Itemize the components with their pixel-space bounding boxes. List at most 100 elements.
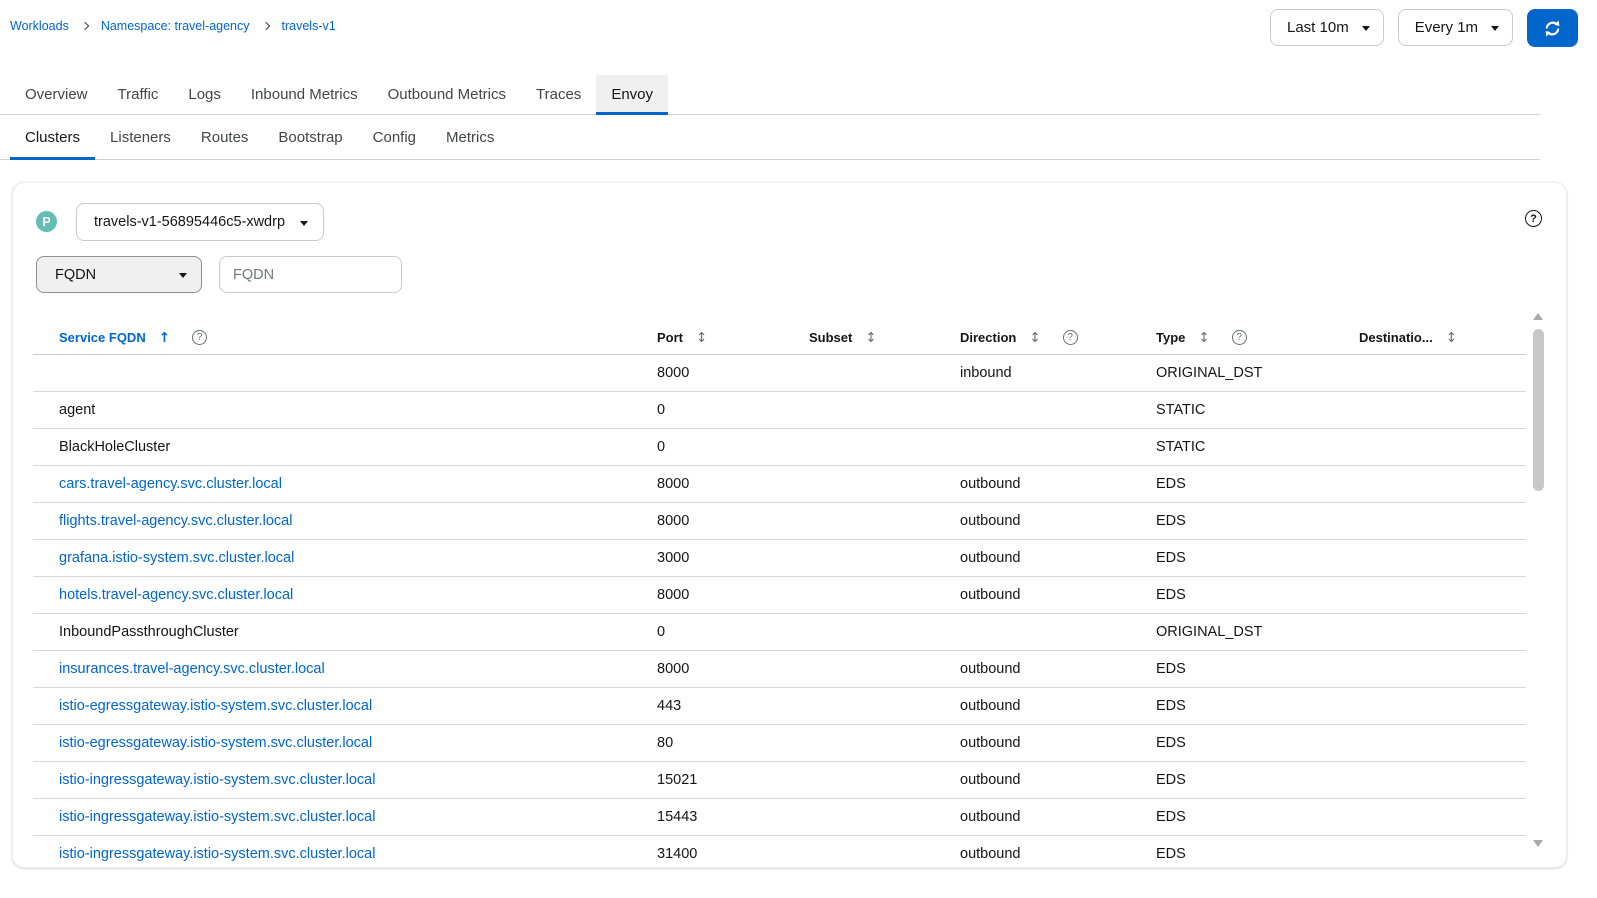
destination-rule-cell	[1351, 502, 1526, 540]
direction-cell: outbound	[952, 576, 1148, 614]
envoy-subtabs: Clusters Listeners Routes Bootstrap Config Me…	[0, 115, 1540, 160]
direction-cell: outbound	[952, 539, 1148, 577]
service-fqdn-cell: istio-egressgateway.istio-system.svc.clu…	[33, 724, 649, 762]
port-cell: 0	[649, 613, 801, 651]
sort-icon: ↕	[1029, 329, 1041, 346]
destination-rule-cell	[1351, 354, 1526, 392]
service-fqdn-link[interactable]: istio-egressgateway.istio-system.svc.clu…	[59, 698, 372, 714]
destination-rule-cell	[1351, 613, 1526, 651]
subset-cell	[801, 428, 952, 466]
filter-type-value: FQDN	[55, 266, 97, 283]
column-help-icon[interactable]: ?	[192, 330, 208, 346]
column-header-port[interactable]: Port ↕	[649, 322, 801, 355]
service-fqdn-link[interactable]: grafana.istio-system.svc.cluster.local	[59, 550, 294, 566]
table-row: insurances.travel-agency.svc.cluster.loc…	[33, 650, 1526, 688]
tab-outbound-metrics[interactable]: Outbound Metrics	[373, 75, 521, 114]
service-fqdn-cell: insurances.travel-agency.svc.cluster.loc…	[33, 650, 649, 688]
pod-badge: P	[36, 211, 57, 232]
service-fqdn-link[interactable]: istio-ingressgateway.istio-system.svc.cl…	[59, 772, 375, 788]
tab-inbound-metrics[interactable]: Inbound Metrics	[236, 75, 373, 114]
service-fqdn-link[interactable]: cars.travel-agency.svc.cluster.local	[59, 476, 282, 492]
service-fqdn-cell: BlackHoleCluster	[33, 428, 649, 466]
direction-cell: outbound	[952, 650, 1148, 688]
type-cell: EDS	[1148, 576, 1351, 614]
port-cell: 0	[649, 391, 801, 429]
destination-rule-cell	[1351, 391, 1526, 429]
pod-selector-dropdown[interactable]: travels-v1-56895446c5-xwdrp	[76, 203, 325, 241]
column-header-service-fqdn[interactable]: Service FQDN ↑?	[33, 322, 649, 355]
column-header-subset[interactable]: Subset ↕	[801, 322, 952, 355]
type-cell: ORIGINAL_DST	[1148, 354, 1351, 392]
column-header-direction[interactable]: Direction ↕?	[952, 322, 1148, 355]
table-row: InboundPassthroughCluster 0 ORIGINAL_DST	[33, 613, 1526, 651]
port-cell: 0	[649, 428, 801, 466]
subset-cell	[801, 354, 952, 392]
scroll-up-icon[interactable]	[1533, 313, 1543, 320]
table-row: BlackHoleCluster 0 STATIC	[33, 428, 1526, 466]
service-fqdn-link[interactable]: hotels.travel-agency.svc.cluster.local	[59, 587, 293, 603]
service-fqdn-cell: istio-ingressgateway.istio-system.svc.cl…	[33, 798, 649, 836]
envoy-tab-clusters[interactable]: Clusters	[10, 115, 96, 160]
tab-traces[interactable]: Traces	[521, 75, 596, 114]
column-label: Destinatio...	[1359, 330, 1433, 346]
breadcrumb-item-workloads[interactable]: Workloads	[10, 19, 69, 33]
help-icon[interactable]: ?	[1525, 210, 1542, 227]
service-fqdn-cell: istio-egressgateway.istio-system.svc.clu…	[33, 687, 649, 725]
port-cell: 15021	[649, 761, 801, 799]
tab-envoy[interactable]: Envoy	[596, 75, 669, 115]
table-row: 8000 inbound ORIGINAL_DST	[33, 354, 1526, 392]
direction-cell: outbound	[952, 502, 1148, 540]
time-toolbar: Last 10m Every 1m	[1270, 9, 1579, 47]
table-scrollbar[interactable]	[1533, 311, 1544, 851]
direction-cell: outbound	[952, 798, 1148, 836]
type-cell: STATIC	[1148, 428, 1351, 466]
service-fqdn-link[interactable]: istio-ingressgateway.istio-system.svc.cl…	[59, 846, 375, 862]
subset-cell	[801, 687, 952, 725]
envoy-tab-bootstrap[interactable]: Bootstrap	[263, 115, 357, 159]
column-help-icon[interactable]: ?	[1062, 330, 1078, 346]
tab-traffic[interactable]: Traffic	[103, 75, 174, 114]
subset-cell	[801, 613, 952, 651]
filter-input[interactable]	[219, 256, 402, 293]
tab-overview[interactable]: Overview	[10, 75, 103, 114]
sort-icon: ↕	[696, 329, 708, 346]
port-cell: 15443	[649, 798, 801, 836]
pod-selector-value: travels-v1-56895446c5-xwdrp	[94, 214, 286, 230]
service-fqdn-cell: grafana.istio-system.svc.cluster.local	[33, 539, 649, 577]
column-help-icon[interactable]: ?	[1231, 330, 1247, 346]
direction-cell: outbound	[952, 687, 1148, 725]
table-header-row: Service FQDN ↑? Port ↕ Subset ↕ Direction ↕? Typ…	[33, 322, 1526, 355]
envoy-tab-routes[interactable]: Routes	[186, 115, 264, 159]
refresh-button[interactable]	[1527, 9, 1579, 47]
envoy-tab-listeners[interactable]: Listeners	[95, 115, 186, 159]
type-cell: EDS	[1148, 761, 1351, 799]
service-fqdn-link[interactable]: istio-ingressgateway.istio-system.svc.cl…	[59, 809, 375, 825]
direction-cell: outbound	[952, 724, 1148, 762]
sort-icon: ↕	[865, 329, 877, 346]
column-header-destinatio[interactable]: Destinatio... ↕	[1351, 322, 1526, 355]
caret-down-icon	[300, 220, 309, 226]
type-cell: EDS	[1148, 798, 1351, 836]
breadcrumb-item-travels-v1[interactable]: travels-v1	[282, 19, 336, 33]
direction-cell	[952, 428, 1148, 466]
duration-dropdown[interactable]: Last 10m	[1270, 9, 1384, 46]
caret-down-icon	[1491, 26, 1500, 31]
filter-type-dropdown[interactable]: FQDN	[36, 256, 202, 293]
scrollbar-thumb[interactable]	[1533, 329, 1544, 491]
port-cell: 8000	[649, 576, 801, 614]
breadcrumb-item-namespace-travel-agency[interactable]: Namespace: travel-agency	[101, 19, 250, 33]
tab-logs[interactable]: Logs	[173, 75, 236, 114]
destination-rule-cell	[1351, 687, 1526, 725]
subset-cell	[801, 798, 952, 836]
refresh-interval-dropdown[interactable]: Every 1m	[1397, 9, 1514, 46]
column-header-type[interactable]: Type ↕?	[1148, 322, 1351, 355]
type-cell: EDS	[1148, 687, 1351, 725]
service-fqdn-link[interactable]: flights.travel-agency.svc.cluster.local	[59, 513, 292, 529]
service-fqdn-link[interactable]: istio-egressgateway.istio-system.svc.clu…	[59, 735, 372, 751]
scroll-down-icon[interactable]	[1533, 840, 1543, 847]
destination-rule-cell	[1351, 835, 1526, 867]
envoy-tab-metrics[interactable]: Metrics	[431, 115, 509, 159]
table-row: istio-egressgateway.istio-system.svc.clu…	[33, 724, 1526, 762]
service-fqdn-link[interactable]: insurances.travel-agency.svc.cluster.loc…	[59, 661, 325, 677]
envoy-tab-config[interactable]: Config	[358, 115, 431, 159]
